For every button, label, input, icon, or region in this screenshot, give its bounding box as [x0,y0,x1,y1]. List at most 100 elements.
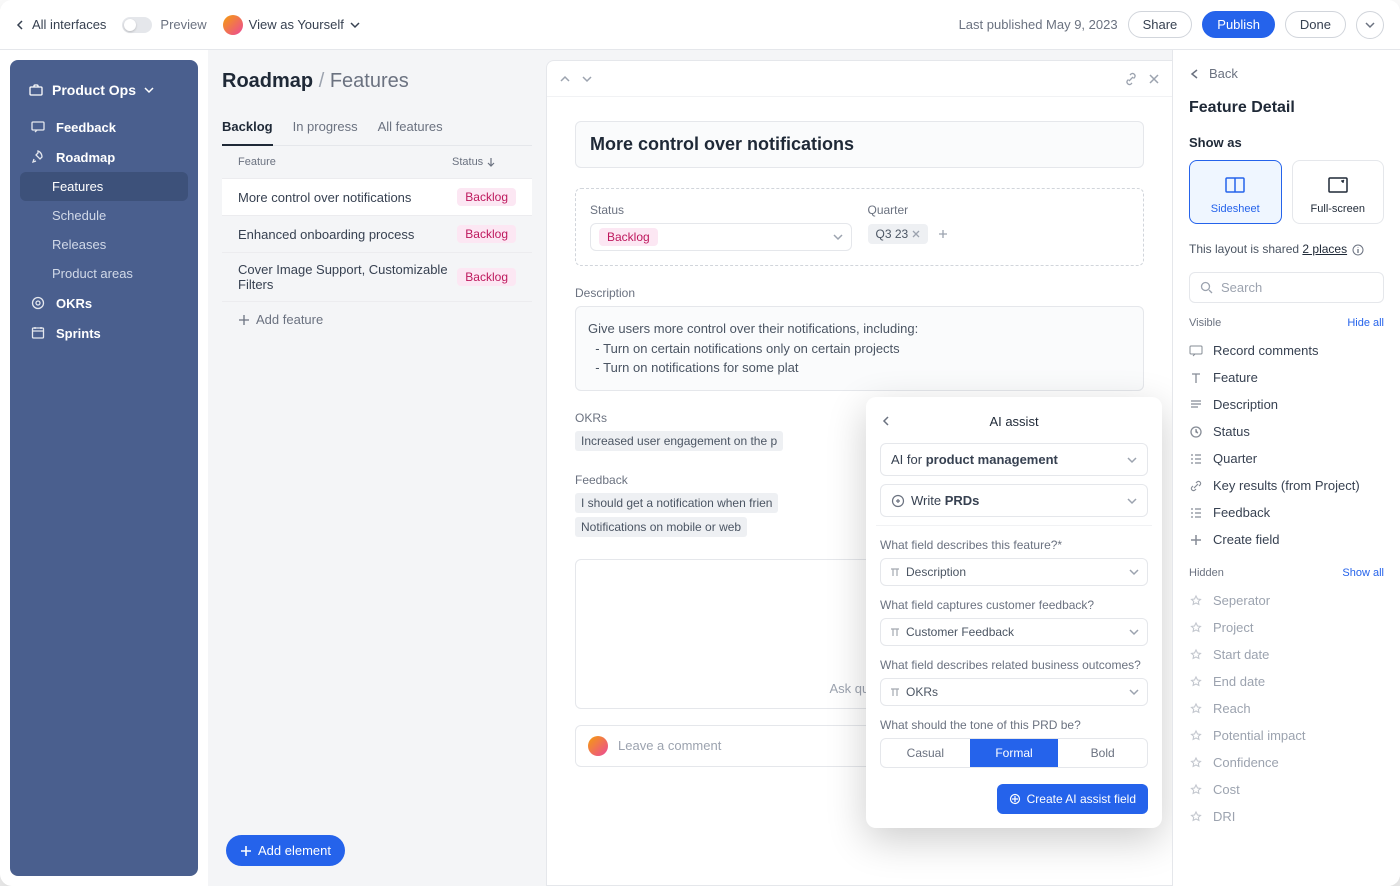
target-icon [30,295,46,311]
ai-action-select[interactable]: Write PRDs [880,484,1148,517]
close-icon[interactable] [1148,73,1160,85]
rocket-icon [30,149,46,165]
description-field[interactable]: Give users more control over their notif… [575,306,1144,391]
ai-title: AI assist [880,414,1148,429]
status-select[interactable]: Backlog [590,223,852,251]
column-status[interactable]: Status [452,156,516,168]
field-end-date[interactable]: End date [1189,668,1384,695]
tab-all-features[interactable]: All features [378,111,443,145]
star-icon [1189,702,1203,716]
field-create-field[interactable]: Create field [1189,526,1384,553]
sidebar-item-sprints[interactable]: Sprints [20,318,188,348]
field-seperator[interactable]: Seperator [1189,587,1384,614]
workspace-switcher[interactable]: Product Ops [20,76,188,104]
table-row[interactable]: Enhanced onboarding processBacklog [222,216,532,253]
tone-casual[interactable]: Casual [881,739,970,767]
link-icon[interactable] [1124,72,1138,86]
tab-in-progress[interactable]: In progress [293,111,358,145]
chevron-down-icon [1365,20,1375,30]
sidebar-item-okrs[interactable]: OKRs [20,288,188,318]
sidebar-item-schedule[interactable]: Schedule [20,201,188,230]
paragraph-icon [1189,398,1203,412]
chevron-down-icon [833,232,843,242]
done-button[interactable]: Done [1285,11,1346,38]
sidebar-item-roadmap[interactable]: Roadmap [20,142,188,172]
add-quarter-button[interactable] [932,223,954,245]
field-start-date[interactable]: Start date [1189,641,1384,668]
quarter-chip[interactable]: Q3 23 [868,224,929,244]
share-button[interactable]: Share [1128,11,1193,38]
tone-formal[interactable]: Formal [970,739,1059,767]
text-icon [889,686,901,698]
field-feedback[interactable]: Feedback [1189,499,1384,526]
publish-button[interactable]: Publish [1202,11,1275,38]
field-confidence[interactable]: Confidence [1189,749,1384,776]
table-row[interactable]: More control over notificationsBacklog [222,179,532,216]
status-label: Status [590,203,852,217]
field-reach[interactable]: Reach [1189,695,1384,722]
chevron-down-icon [1129,687,1139,697]
show-as-full-screen[interactable]: Full-screen [1292,160,1385,224]
sidebar-item-features[interactable]: Features [20,172,188,201]
view-as-menu[interactable]: View as Yourself [223,15,360,35]
ai-q2-field[interactable]: Customer Feedback [880,618,1148,646]
linked-record[interactable]: Increased user engagement on the p [575,431,783,451]
show-as-sidesheet[interactable]: Sidesheet [1189,160,1282,224]
column-feature[interactable]: Feature [238,156,452,168]
visible-label: Visible [1189,317,1221,329]
shared-link[interactable]: 2 places [1302,242,1347,256]
hidden-label: Hidden [1189,567,1224,579]
linked-record[interactable]: I should get a notification when frien [575,493,778,513]
feature-title-input[interactable] [575,121,1144,168]
field-dri[interactable]: DRI [1189,803,1384,830]
sidebar-item-releases[interactable]: Releases [20,230,188,259]
field-quarter[interactable]: Quarter [1189,445,1384,472]
close-icon[interactable] [912,230,920,238]
field-key-results-from-project-[interactable]: Key results (from Project) [1189,472,1384,499]
arrow-left-icon [16,20,26,30]
show-all-button[interactable]: Show all [1342,567,1384,579]
field-status[interactable]: Status [1189,418,1384,445]
field-description[interactable]: Description [1189,391,1384,418]
field-search[interactable]: Search [1189,272,1384,303]
tab-backlog[interactable]: Backlog [222,111,273,146]
field-potential-impact[interactable]: Potential impact [1189,722,1384,749]
hide-all-button[interactable]: Hide all [1347,317,1384,329]
more-menu[interactable] [1356,11,1384,39]
table-row[interactable]: Cover Image Support, Customizable Filter… [222,253,532,302]
preview-toggle[interactable] [122,17,152,33]
field-feature[interactable]: Feature [1189,364,1384,391]
field-cost[interactable]: Cost [1189,776,1384,803]
add-feature-button[interactable]: Add feature [222,302,532,337]
chevron-left-icon [880,415,892,427]
ai-assist-panel: AI assist AI for product management Writ… [866,397,1162,828]
star-icon [1189,648,1203,662]
text-icon [889,626,901,638]
ai-submit-button[interactable]: Create AI assist field [997,784,1148,814]
last-published: Last published May 9, 2023 [959,17,1118,32]
ai-q1-field[interactable]: Description [880,558,1148,586]
text-icon [889,566,901,578]
plus-icon [1189,533,1203,547]
chevron-down-icon[interactable] [581,73,593,85]
ai-back-button[interactable] [880,415,892,427]
chevron-up-icon[interactable] [559,73,571,85]
back-all-interfaces[interactable]: All interfaces [16,17,106,32]
plus-icon [938,229,948,239]
config-back[interactable]: Back [1189,66,1384,81]
field-record-comments[interactable]: Record comments [1189,337,1384,364]
field-project[interactable]: Project [1189,614,1384,641]
sidebar-item-feedback[interactable]: Feedback [20,112,188,142]
tone-bold[interactable]: Bold [1058,739,1147,767]
full-screen-icon [1326,175,1350,195]
table-header: Feature Status [222,146,532,179]
add-element-button[interactable]: Add element [226,835,345,866]
ai-q1-label: What field describes this feature?* [880,538,1148,552]
shared-note: This layout is shared 2 places [1189,242,1384,256]
ai-domain-select[interactable]: AI for product management [880,443,1148,476]
sidebar-item-product-areas[interactable]: Product areas [20,259,188,288]
ai-q3-field[interactable]: OKRs [880,678,1148,706]
linked-record[interactable]: Notifications on mobile or web [575,517,747,537]
plus-icon [240,845,252,857]
ai-q3-label: What field describes related business ou… [880,658,1148,672]
